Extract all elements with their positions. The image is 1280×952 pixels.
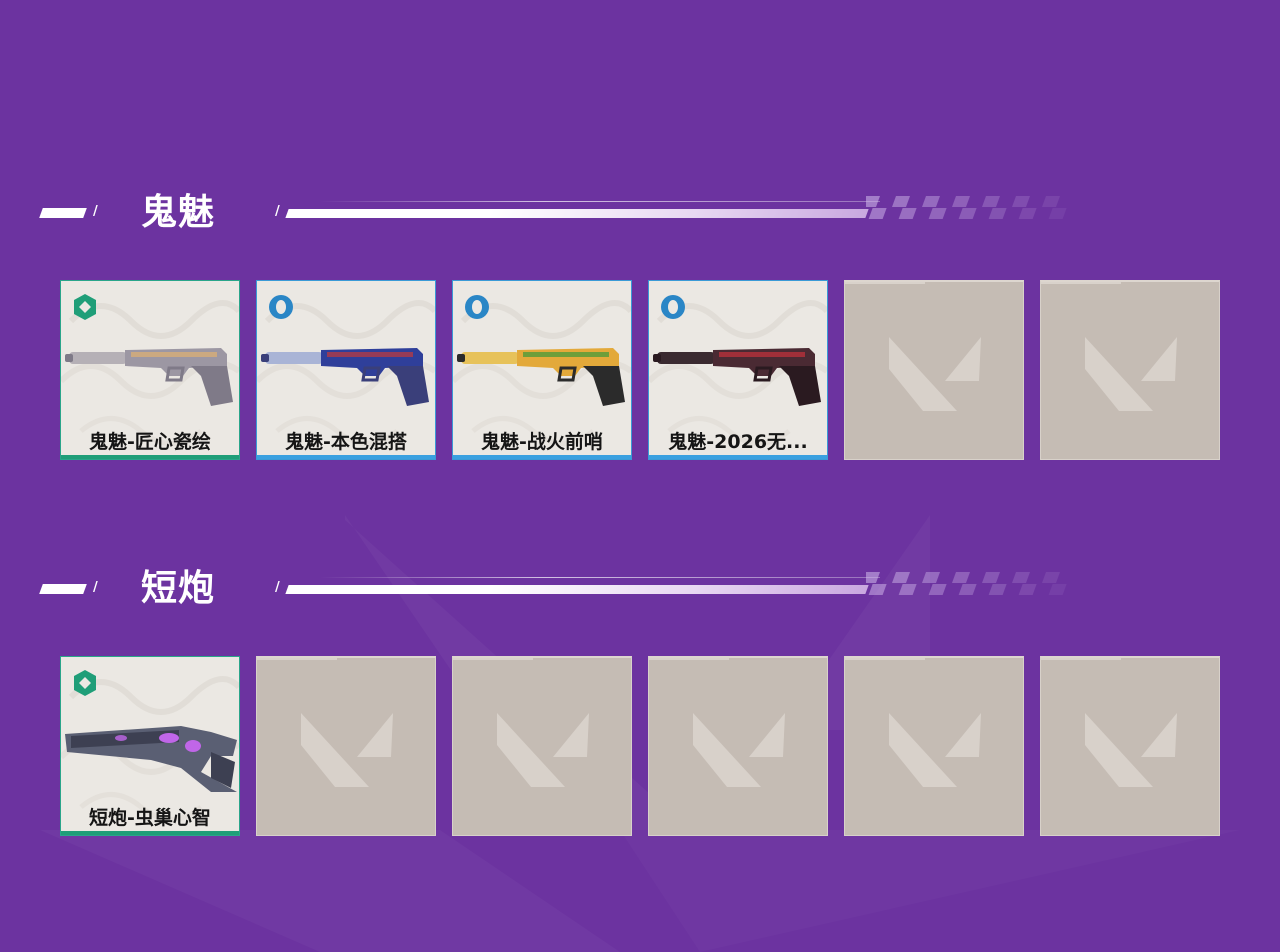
section-title: 短炮: [141, 568, 216, 609]
rarity-bar: [453, 455, 631, 459]
header-slash-decoration: /: [93, 580, 98, 595]
slot-corner-line: [649, 658, 729, 660]
skin-name-label: 鬼魅-战火前哨: [481, 431, 603, 453]
slot-corner-line: [845, 658, 925, 660]
deluxe-tier-icon: [661, 295, 685, 319]
section-header-shorty: / 短炮 /: [0, 569, 1280, 609]
header-thin-rule: [320, 577, 880, 578]
rarity-bar: [61, 831, 239, 835]
section-header-ghost: / 鬼魅 /: [0, 193, 1280, 233]
weapon-row-ghost: 鬼魅-匠心瓷绘 鬼魅-本色混搭 鬼魅-战火前哨 鬼魅-2026无...: [60, 280, 1240, 460]
slot-corner-line: [1041, 658, 1121, 660]
weapon-skin-card[interactable]: 短炮-虫巢心智: [60, 656, 240, 836]
select-tier-icon: [74, 294, 96, 320]
empty-skin-slot[interactable]: [844, 280, 1024, 460]
weapon-skin-card[interactable]: 鬼魅-战火前哨: [452, 280, 632, 460]
valorant-logo-icon: [693, 713, 785, 787]
section-title: 鬼魅: [141, 192, 216, 233]
valorant-logo-icon: [301, 713, 393, 787]
ghost-weapon-image: [261, 348, 429, 406]
weapon-row-shorty: 短炮-虫巢心智: [60, 656, 1240, 836]
skin-name-label: 鬼魅-2026无...: [668, 431, 808, 453]
header-rule: [285, 585, 869, 594]
rarity-bar: [649, 455, 827, 459]
slot-corner-line: [845, 282, 925, 284]
valorant-logo-icon: [1085, 713, 1177, 787]
skin-name-label: 鬼魅-匠心瓷绘: [89, 431, 211, 453]
empty-skin-slot[interactable]: [1040, 280, 1220, 460]
ghost-weapon-image: [457, 348, 625, 406]
header-thin-rule: [320, 201, 880, 202]
empty-skin-slot[interactable]: [452, 656, 632, 836]
header-slash-decoration: /: [93, 204, 98, 219]
valorant-logo-icon: [1085, 337, 1177, 411]
rarity-bar: [257, 455, 435, 459]
slot-corner-line: [1041, 282, 1121, 284]
empty-skin-slot[interactable]: [648, 656, 828, 836]
checker-decoration: [866, 572, 1067, 595]
valorant-logo-icon: [889, 713, 981, 787]
deluxe-tier-icon: [269, 295, 293, 319]
empty-skin-slot[interactable]: [1040, 656, 1220, 836]
weapon-skin-card[interactable]: 鬼魅-匠心瓷绘: [60, 280, 240, 460]
header-slash-decoration: /: [275, 204, 280, 219]
slot-corner-line: [453, 658, 533, 660]
weapon-skin-card[interactable]: 鬼魅-本色混搭: [256, 280, 436, 460]
select-tier-icon: [74, 670, 96, 696]
header-dash-decoration: [39, 208, 87, 218]
ghost-weapon-image: [653, 348, 821, 406]
checker-decoration: [866, 196, 1067, 219]
rarity-bar: [61, 455, 239, 459]
valorant-logo-icon: [889, 337, 981, 411]
valorant-logo-icon: [497, 713, 589, 787]
weapon-skin-card[interactable]: 鬼魅-2026无...: [648, 280, 828, 460]
empty-skin-slot[interactable]: [844, 656, 1024, 836]
skin-name-label: 短炮-虫巢心智: [89, 807, 211, 829]
skin-name-label: 鬼魅-本色混搭: [285, 431, 407, 453]
ghost-weapon-image: [65, 348, 233, 406]
shorty-weapon-image: [65, 726, 237, 792]
deluxe-tier-icon: [465, 295, 489, 319]
slot-corner-line: [257, 658, 337, 660]
header-rule: [285, 209, 869, 218]
header-slash-decoration: /: [275, 580, 280, 595]
empty-skin-slot[interactable]: [256, 656, 436, 836]
header-dash-decoration: [39, 584, 87, 594]
